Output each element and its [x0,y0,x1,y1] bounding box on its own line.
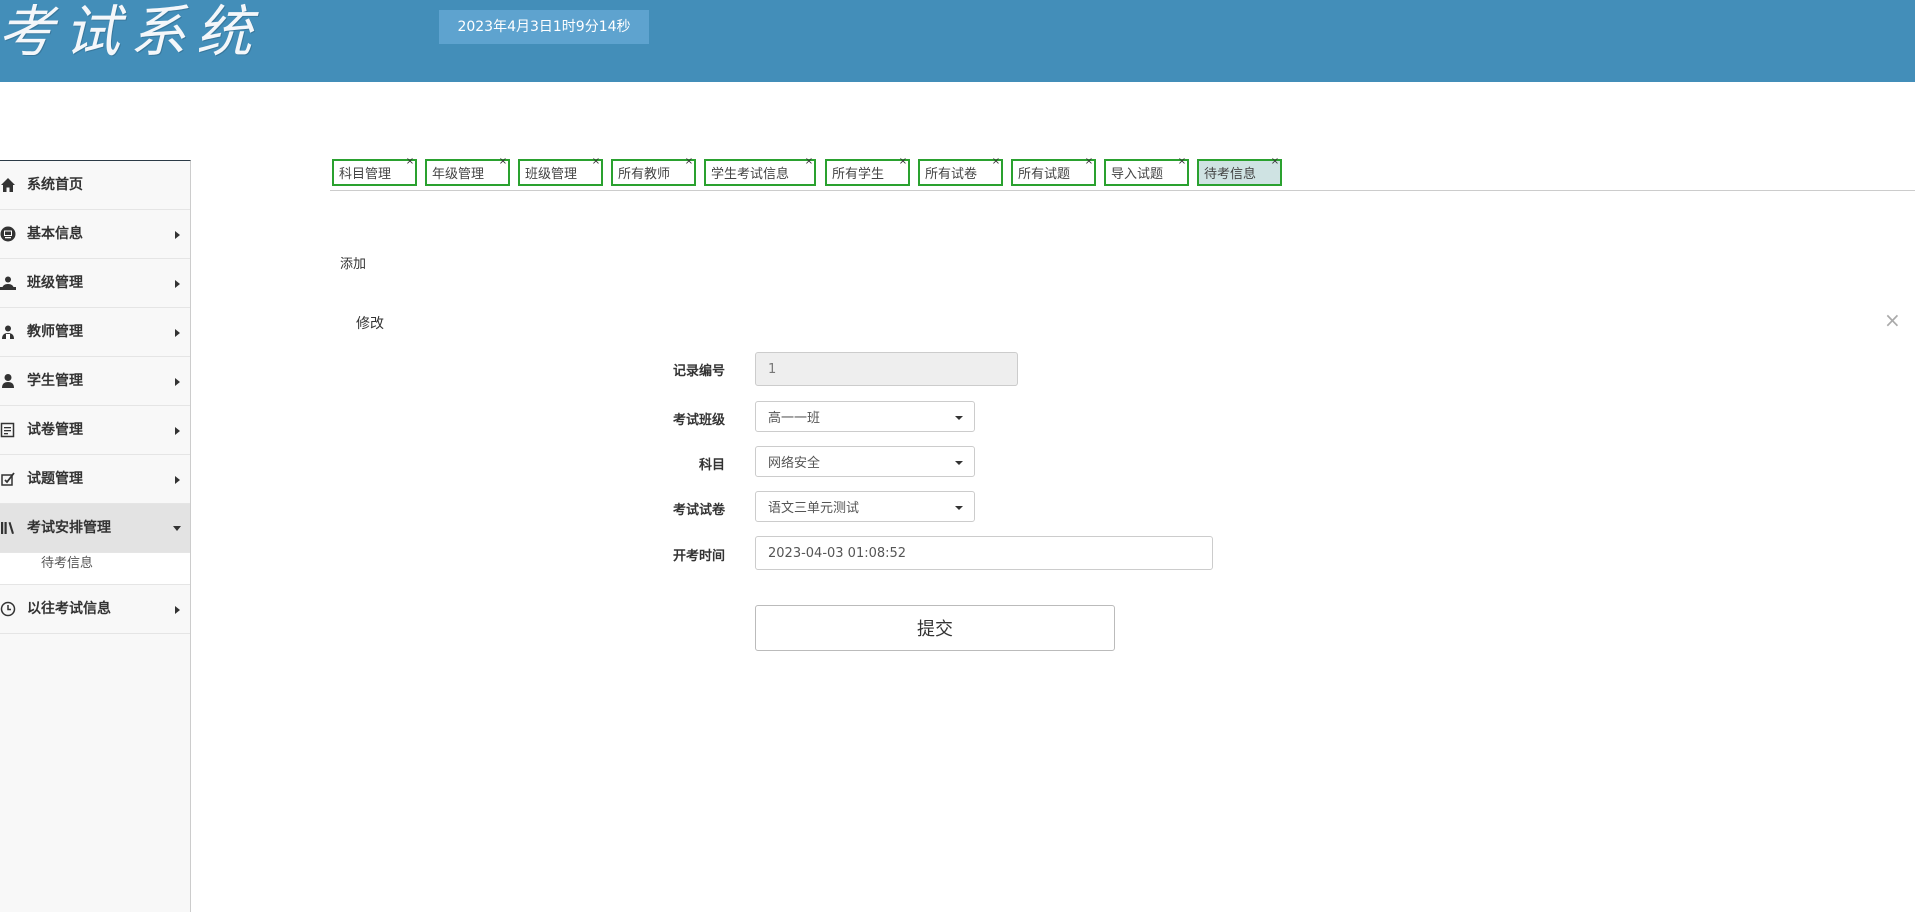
current-time: 2023年4月3日1时9分14秒 [439,10,649,44]
caret-right-icon [175,476,180,484]
sidebar-item-label: 学生管理 [27,373,83,389]
caret-right-icon [175,231,180,239]
close-icon[interactable]: × [991,152,1001,172]
sidebar-item-past-exams[interactable]: 以往考试信息 [0,585,190,634]
exam-class-label: 考试班级 [672,413,725,428]
tab-pending-exams[interactable]: 待考信息 × [1197,156,1282,186]
close-icon[interactable]: × [804,152,814,172]
tab-label: 待考信息 [1204,167,1257,182]
sidebar-item-question-management[interactable]: 试题管理 [0,455,190,504]
tab-student-exam-info[interactable]: 学生考试信息 × [704,156,816,186]
close-icon[interactable]: × [898,152,908,172]
start-time-label: 开考时间 [672,549,725,564]
close-icon[interactable]: × [1884,310,1901,330]
home-icon [0,176,17,194]
tab-class-management[interactable]: 班级管理 × [518,156,603,186]
sidebar-subitem-pending-exams[interactable]: 待考信息 [0,553,190,585]
sidebar-item-label: 试卷管理 [27,422,83,438]
tab-label: 所有试题 [1018,167,1071,182]
add-button[interactable]: 添加 [340,253,366,272]
monitor-icon [0,225,17,243]
teacher-icon [0,323,17,341]
subject-value: 网络安全 [768,456,821,471]
question-icon [0,470,17,488]
subject-select[interactable]: 网络安全 [755,446,975,477]
tab-bar: 科目管理 × 年级管理 × 班级管理 × 所有教师 × 学生考试信息 × 所有学… [330,156,1915,191]
tab-label: 科目管理 [339,167,392,182]
sidebar-item-label: 教师管理 [27,324,83,340]
sidebar: 系统首页 基本信息 班级管理 教师管理 学生管理 试卷管理 试题管理 考试安排管… [0,160,191,912]
sidebar-item-label: 以往考试信息 [27,601,111,617]
exam-class-select[interactable]: 高一一班 [755,401,975,432]
close-icon[interactable]: × [405,152,415,172]
caret-down-icon [955,416,963,420]
record-id-field: 1 [755,352,1018,386]
close-icon[interactable]: × [591,152,601,172]
sidebar-item-home[interactable]: 系统首页 [0,161,190,210]
caret-right-icon [175,427,180,435]
tab-all-students[interactable]: 所有学生 × [825,156,910,186]
tab-label: 导入试题 [1111,167,1164,182]
sidebar-item-label: 考试安排管理 [27,520,111,536]
caret-right-icon [175,280,180,288]
tab-label: 学生考试信息 [711,167,790,182]
app-header: 考试系统 2023年4月3日1时9分14秒 [0,0,1915,82]
sidebar-item-student-management[interactable]: 学生管理 [0,357,190,406]
subject-label: 科目 [698,458,725,473]
close-icon[interactable]: × [498,152,508,172]
close-icon[interactable]: × [684,152,694,172]
close-icon[interactable]: × [1270,152,1280,172]
close-icon[interactable]: × [1084,152,1094,172]
caret-right-icon [175,378,180,386]
app-logo-title: 考试系统 [0,0,262,65]
start-time-input[interactable]: 2023-04-03 01:08:52 [755,536,1213,570]
paper-icon [0,421,17,439]
sidebar-item-label: 试题管理 [27,471,83,487]
submit-button[interactable]: 提交 [755,605,1115,651]
tab-label: 所有试卷 [925,167,978,182]
users-icon [0,274,17,292]
dialog-title: 修改 [356,316,384,332]
tab-all-papers[interactable]: 所有试卷 × [918,156,1003,186]
exam-paper-label: 考试试卷 [672,503,725,518]
caret-down-icon [955,506,963,510]
tab-label: 所有学生 [832,167,885,182]
sidebar-item-exam-schedule[interactable]: 考试安排管理 [0,504,190,553]
record-id-label: 记录编号 [672,364,725,379]
clock-icon [0,600,17,618]
tab-subject-management[interactable]: 科目管理 × [332,156,417,186]
sidebar-item-label: 系统首页 [27,177,83,193]
tab-import-questions[interactable]: 导入试题 × [1104,156,1189,186]
sidebar-item-class-management[interactable]: 班级管理 [0,259,190,308]
caret-right-icon [175,329,180,337]
books-icon [0,519,17,537]
tab-all-teachers[interactable]: 所有教师 × [611,156,696,186]
sidebar-item-label: 班级管理 [27,275,83,291]
exam-paper-value: 语文三单元测试 [768,501,860,516]
sidebar-item-basic-info[interactable]: 基本信息 [0,210,190,259]
user-icon [0,372,17,390]
sidebar-item-paper-management[interactable]: 试卷管理 [0,406,190,455]
caret-down-icon [955,461,963,465]
sidebar-item-teacher-management[interactable]: 教师管理 [0,308,190,357]
tab-grade-management[interactable]: 年级管理 × [425,156,510,186]
caret-down-icon [173,526,181,531]
tab-label: 班级管理 [525,167,578,182]
exam-paper-select[interactable]: 语文三单元测试 [755,491,975,522]
tab-label: 年级管理 [432,167,485,182]
tab-label: 所有教师 [618,167,671,182]
caret-right-icon [175,606,180,614]
close-icon[interactable]: × [1177,152,1187,172]
sidebar-item-label: 基本信息 [27,226,83,242]
tab-all-questions[interactable]: 所有试题 × [1011,156,1096,186]
exam-class-value: 高一一班 [768,411,821,426]
